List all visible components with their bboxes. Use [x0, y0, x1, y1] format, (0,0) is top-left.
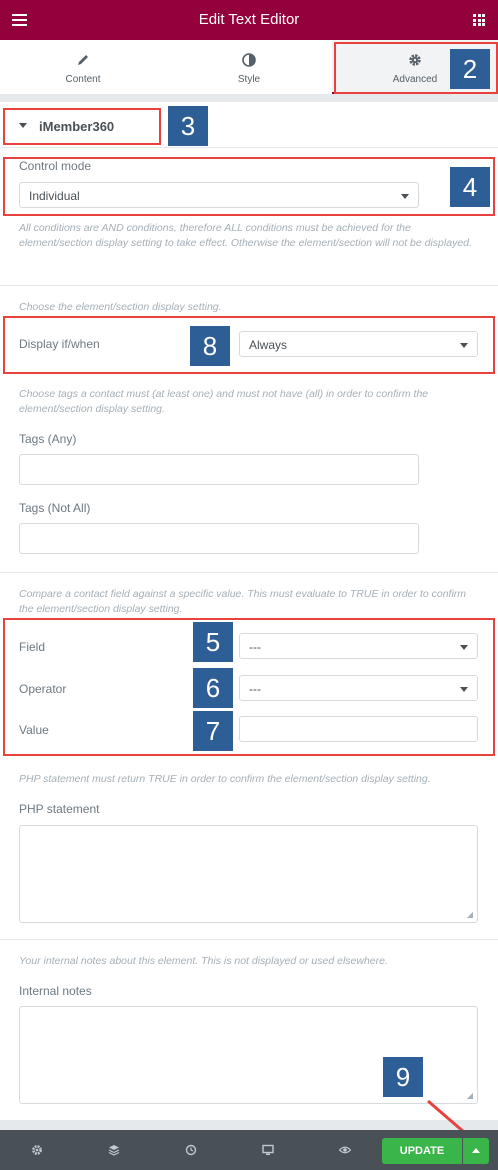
notes-description: Your internal notes about this element. … [19, 955, 388, 967]
operator-select[interactable]: --- [239, 675, 478, 701]
half-circle-icon [166, 53, 332, 67]
caret-up-icon [472, 1148, 480, 1153]
tab-style[interactable]: Style [166, 40, 332, 94]
panel-footer: UPDATE [0, 1130, 498, 1170]
php-description: PHP statement must return TRUE in order … [19, 773, 431, 785]
and-conditions-description: All conditions are AND conditions, there… [19, 222, 472, 249]
history-icon[interactable] [185, 1144, 197, 1156]
page-title: Edit Text Editor [198, 11, 300, 28]
operator-value: --- [249, 682, 261, 696]
step-badge-8: 8 [190, 326, 230, 366]
resize-handle-icon[interactable]: ◢ [467, 910, 473, 919]
value-label: Value [19, 723, 49, 737]
divider [0, 572, 498, 573]
chevron-down-icon [401, 194, 409, 199]
tags-not-all-label: Tags (Not All) [19, 501, 91, 515]
tags-any-input[interactable] [19, 454, 419, 485]
tags-any-label: Tags (Any) [19, 432, 77, 446]
display-setting-description: Choose the element/section display setti… [19, 301, 222, 313]
control-mode-select[interactable]: Individual [19, 182, 419, 208]
field-compare-description: Compare a contact field against a specif… [19, 588, 467, 615]
divider [0, 939, 498, 940]
step-badge-3: 3 [168, 106, 208, 146]
control-mode-value: Individual [29, 189, 80, 203]
tab-content[interactable]: Content [0, 40, 166, 94]
advanced-panel: iMember360 Control mode Individual All c… [0, 102, 498, 1120]
widgets-grid-icon[interactable] [473, 14, 485, 26]
settings-icon[interactable] [31, 1144, 43, 1156]
tab-content-label: Content [65, 74, 101, 85]
section-title: iMember360 [39, 119, 115, 134]
field-value: --- [249, 640, 261, 654]
step-badge-6: 6 [193, 668, 233, 708]
chevron-down-icon [460, 687, 468, 692]
php-statement-textarea[interactable]: ◢ [19, 825, 478, 923]
panel-tabs: Content Style Advanced [0, 40, 498, 94]
tab-style-label: Style [237, 74, 261, 85]
divider [0, 285, 498, 286]
tags-description: Choose tags a contact must (at least one… [19, 388, 429, 415]
preview-eye-icon[interactable] [339, 1144, 351, 1156]
responsive-mode-icon[interactable] [262, 1144, 274, 1156]
chevron-down-icon [460, 645, 468, 650]
value-input[interactable] [239, 716, 478, 742]
display-if-value: Always [249, 338, 288, 352]
editor-header: Edit Text Editor [0, 0, 498, 40]
layers-icon[interactable] [108, 1144, 120, 1156]
update-options-button[interactable] [463, 1138, 489, 1164]
pencil-icon [0, 53, 166, 67]
php-statement-label: PHP statement [19, 802, 100, 816]
step-badge-5: 5 [193, 622, 233, 662]
tags-not-all-input[interactable] [19, 523, 419, 554]
step-badge-4: 4 [450, 167, 490, 207]
display-if-label: Display if/when [19, 337, 100, 351]
field-select[interactable]: --- [239, 633, 478, 659]
update-button[interactable]: UPDATE [382, 1138, 462, 1164]
chevron-down-icon [460, 343, 468, 348]
section-toggle[interactable]: iMember360 [0, 102, 498, 148]
field-label: Field [19, 640, 46, 654]
step-badge-7: 7 [193, 711, 233, 751]
caret-down-icon [19, 123, 27, 128]
step-badge-2: 2 [450, 49, 490, 89]
step-badge-9: 9 [383, 1057, 423, 1097]
control-mode-label: Control mode [19, 159, 92, 173]
display-if-select[interactable]: Always [239, 331, 478, 357]
operator-label: Operator [19, 682, 67, 696]
internal-notes-label: Internal notes [19, 984, 92, 998]
